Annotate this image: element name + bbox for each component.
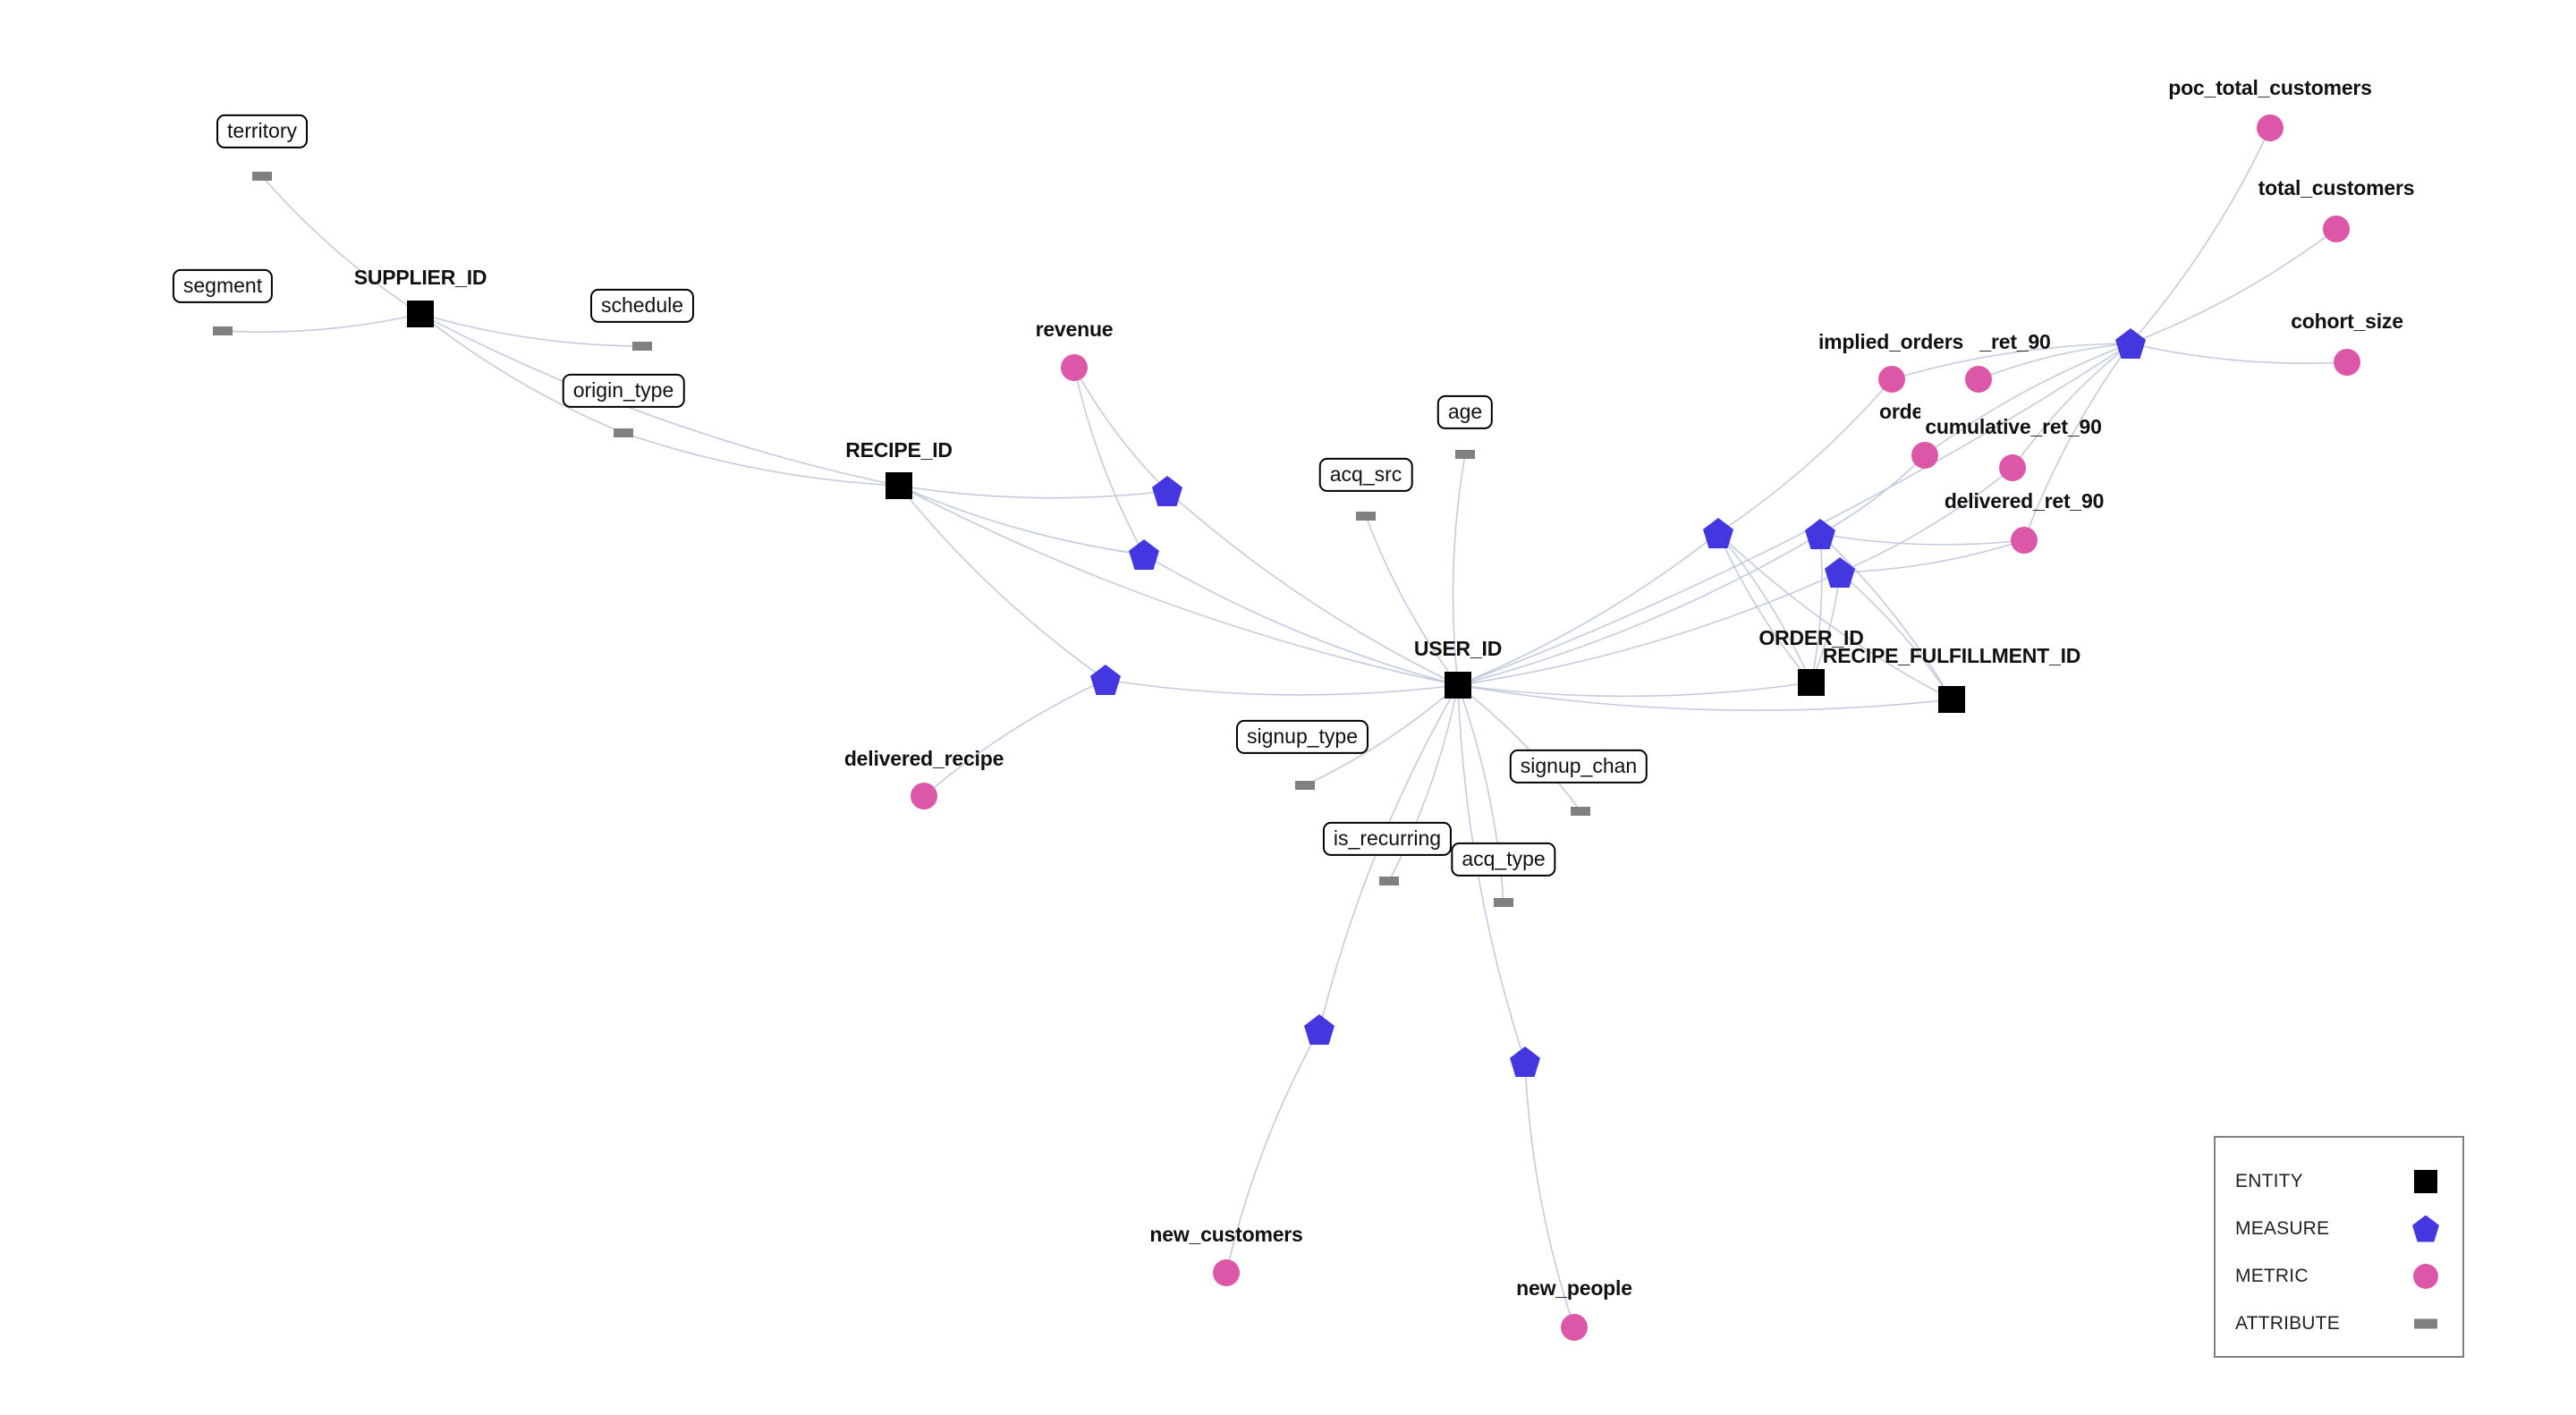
legend-row-entity: ENTITY bbox=[2235, 1157, 2439, 1205]
legend-row-attribute: ATTRIBUTE bbox=[2235, 1300, 2439, 1347]
legend-label-attribute: ATTRIBUTE bbox=[2235, 1312, 2340, 1334]
legend-panel: ENTITY MEASURE METRIC ATTRIBUTE bbox=[2214, 1136, 2464, 1358]
attribute-chip-is_recurring[interactable]: is_recurring bbox=[1322, 821, 1453, 857]
knowledge-graph-canvas[interactable]: SUPPLIER_ID RECIPE_ID revenue delivered_rec… bbox=[0, 0, 2576, 1415]
square-icon bbox=[2412, 1166, 2439, 1197]
attribute-chip-segment[interactable]: segment bbox=[172, 268, 274, 304]
attribute-chip-schedule[interactable]: schedule bbox=[589, 288, 695, 324]
pentagon-icon bbox=[2412, 1214, 2439, 1244]
legend-label-metric: METRIC bbox=[2235, 1265, 2309, 1286]
legend-row-metric: METRIC bbox=[2235, 1252, 2439, 1300]
attribute-chip-age[interactable]: age bbox=[1436, 394, 1494, 430]
rectangle-icon bbox=[2412, 1309, 2439, 1339]
legend-label-entity: ENTITY bbox=[2235, 1170, 2303, 1191]
circle-icon bbox=[2412, 1261, 2439, 1292]
attribute-chip-origin_type[interactable]: origin_type bbox=[562, 373, 685, 409]
legend-label-measure: MEASURE bbox=[2235, 1217, 2330, 1239]
attribute-chip-territory[interactable]: territory bbox=[216, 114, 308, 149]
attribute-chip-layer: territory segment schedule origin_type age ac… bbox=[0, 0, 2576, 1415]
attribute-chip-acq_src[interactable]: acq_src bbox=[1318, 457, 1413, 493]
attribute-chip-signup_chan[interactable]: signup_chan bbox=[1509, 749, 1648, 784]
legend-row-measure: MEASURE bbox=[2235, 1205, 2439, 1252]
attribute-chip-acq_type[interactable]: acq_type bbox=[1451, 842, 1556, 877]
attribute-chip-signup_type[interactable]: signup_type bbox=[1235, 719, 1369, 755]
